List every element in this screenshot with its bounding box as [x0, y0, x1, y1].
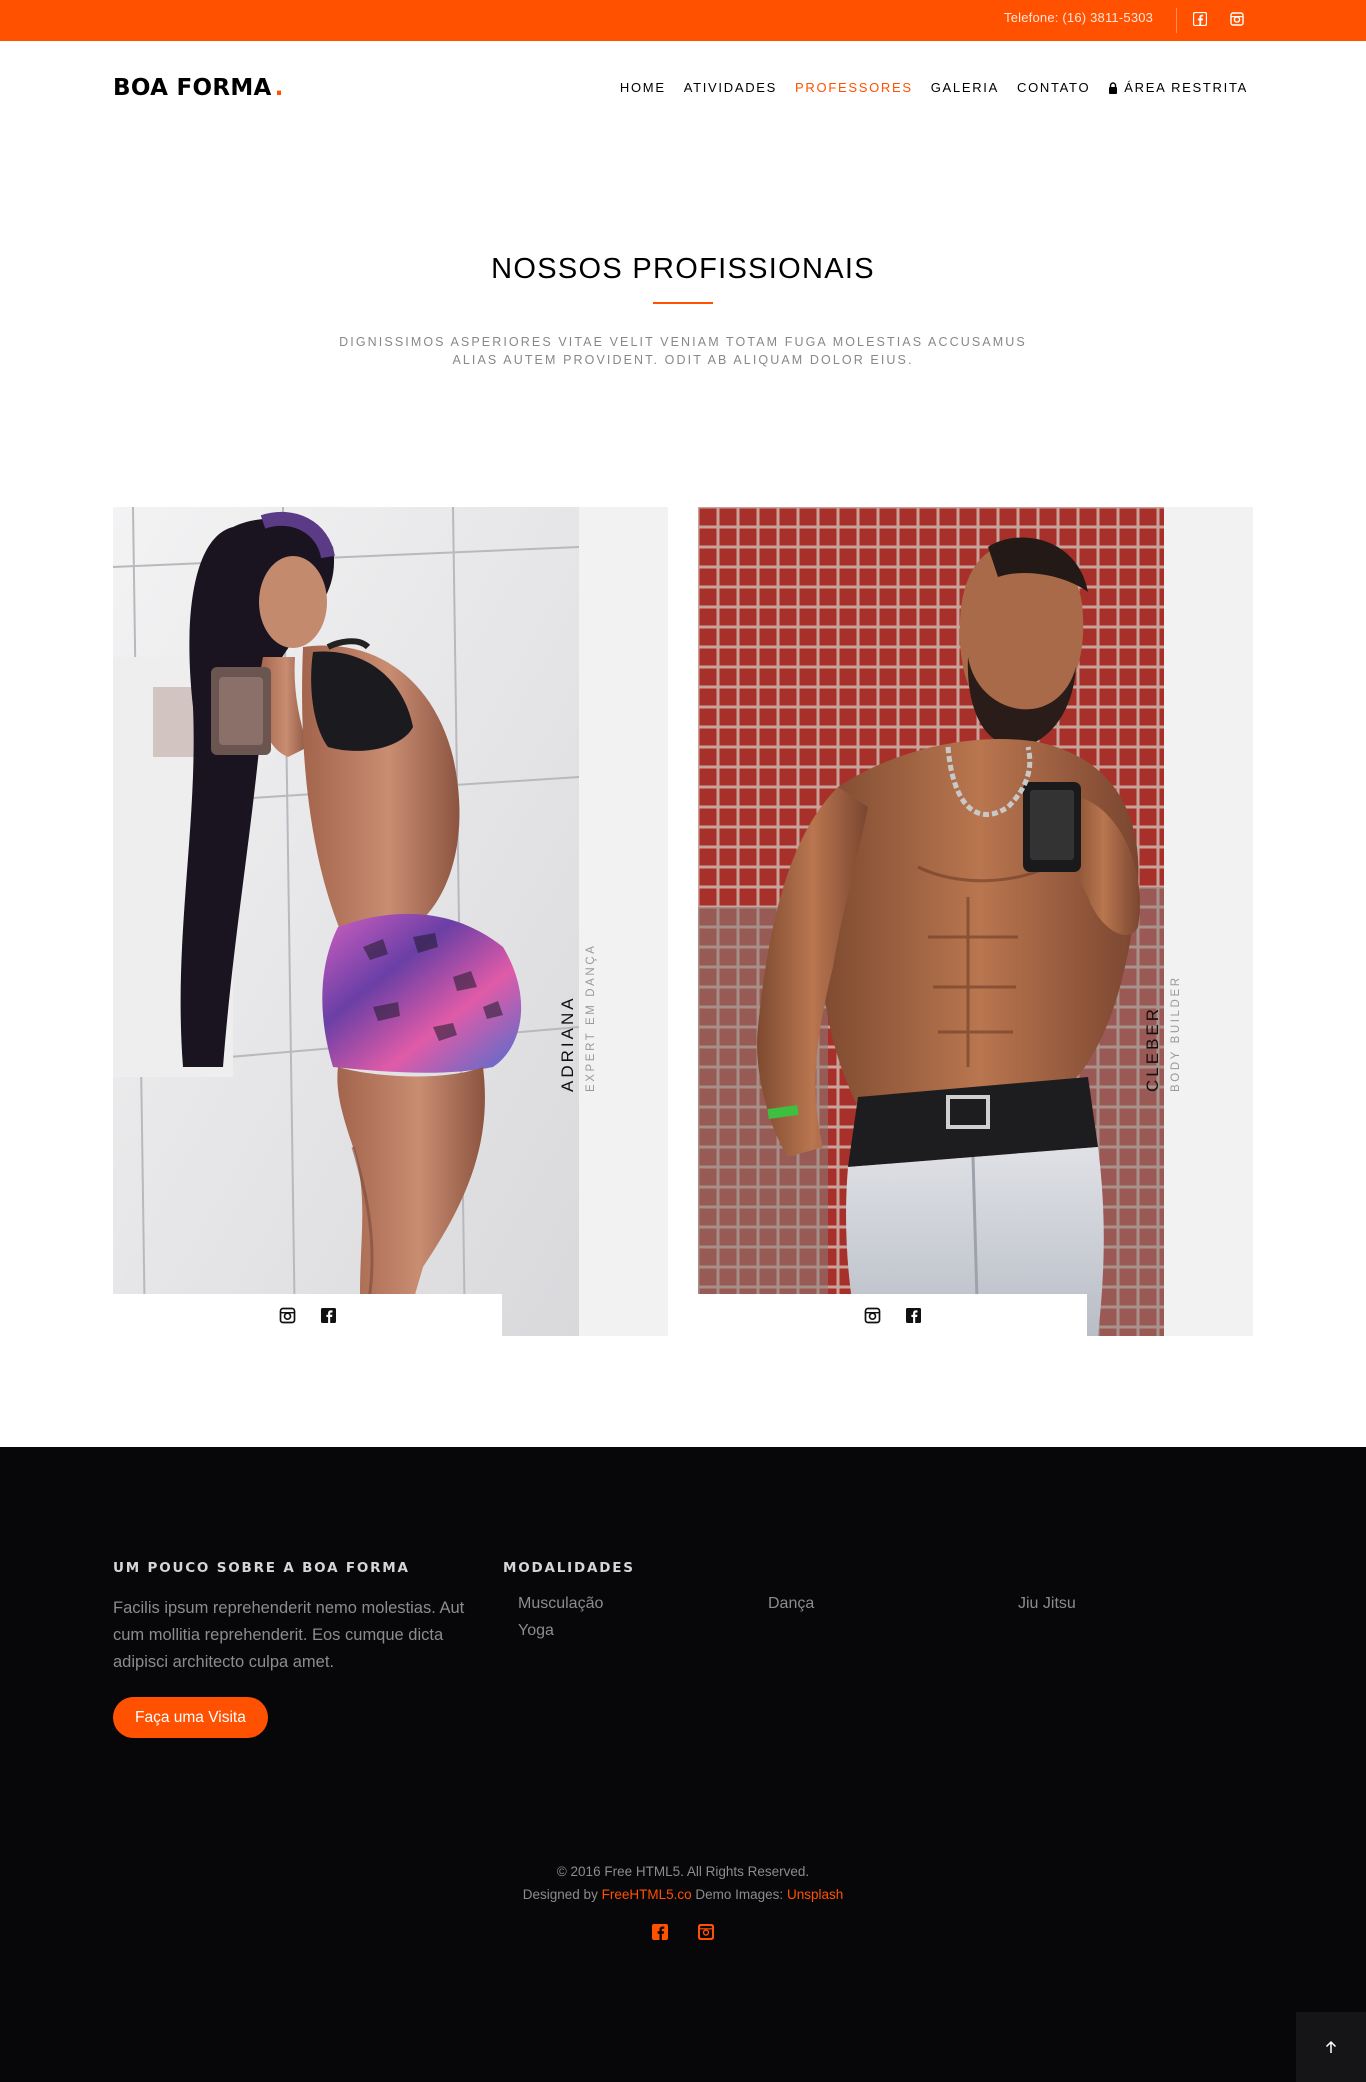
- title-underline: [653, 302, 713, 304]
- instagram-icon[interactable]: [864, 1307, 881, 1324]
- divider: [1176, 8, 1177, 33]
- footer-social: [0, 1923, 1366, 1941]
- footer-modalities-heading: MODALIDADES: [503, 1560, 635, 1576]
- demo-images-label: Demo Images:: [695, 1887, 784, 1902]
- section-subtitle: DIGNISSIMOS ASPERIORES VITAE VELIT VENIA…: [339, 335, 1027, 367]
- designed-by-label: Designed by: [522, 1887, 598, 1902]
- logo-dot: .: [274, 75, 284, 101]
- site-logo[interactable]: BOA FORMA.: [113, 75, 284, 101]
- modality-link-danca[interactable]: Dança: [768, 1595, 814, 1613]
- unsplash-link[interactable]: Unsplash: [787, 1887, 843, 1902]
- trainer-name: CLEBER: [1143, 1005, 1162, 1092]
- trainer-caption-cleber: CLEBER BODY BUILDER: [1141, 975, 1187, 1092]
- nav-area-restrita[interactable]: ÁREA RESTRITA: [1108, 80, 1248, 95]
- instagram-icon[interactable]: [1230, 12, 1244, 26]
- trainer-social-cleber: [698, 1294, 1087, 1336]
- visit-button[interactable]: Faça uma Visita: [113, 1697, 268, 1738]
- trainer-caption-adriana: ADRIANA EXPERT EM DANÇA: [556, 944, 602, 1093]
- nav-area-restrita-label: ÁREA RESTRITA: [1124, 80, 1248, 95]
- footer-about-text: Facilis ipsum reprehenderit nemo molesti…: [113, 1599, 465, 1671]
- footer-about-heading: UM POUCO SOBRE A BOA FORMA: [113, 1560, 410, 1576]
- nav-atividades[interactable]: ATIVIDADES: [684, 80, 777, 95]
- trainer-photo-adriana: [113, 507, 579, 1336]
- instagram-icon[interactable]: [697, 1923, 715, 1941]
- modality-link-jiu-jitsu[interactable]: Jiu Jitsu: [1018, 1595, 1076, 1613]
- section-title: NOSSOS PROFISSIONAIS: [491, 253, 875, 285]
- trainer-role: EXPERT EM DANÇA: [585, 943, 597, 1093]
- site-footer: UM POUCO SOBRE A BOA FORMA Facilis ipsum…: [0, 1447, 1366, 2082]
- copyright: © 2016 Free HTML5. All Rights Reserved. …: [0, 1860, 1366, 1906]
- nav-galeria[interactable]: GALERIA: [931, 80, 999, 95]
- copyright-line: © 2016 Free HTML5. All Rights Reserved.: [556, 1864, 810, 1879]
- facebook-icon[interactable]: [1192, 11, 1208, 27]
- lock-icon: [1109, 81, 1118, 94]
- facebook-icon[interactable]: [320, 1307, 337, 1324]
- trainer-photo-cleber: [698, 507, 1164, 1336]
- modality-link-musculacao[interactable]: Musculação: [518, 1595, 603, 1613]
- trainer-role: BODY BUILDER: [1170, 975, 1182, 1092]
- trainer-card-cleber: CLEBER BODY BUILDER: [698, 507, 1253, 1336]
- trainer-social-adriana: [113, 1294, 502, 1336]
- top-bar: Telefone: (16) 3811-5303: [0, 0, 1366, 41]
- facebook-icon[interactable]: [651, 1923, 669, 1941]
- logo-text: BOA FORMA: [113, 75, 272, 101]
- nav-professores[interactable]: PROFESSORES: [795, 80, 913, 95]
- trainer-name: ADRIANA: [558, 995, 577, 1092]
- nav-home[interactable]: HOME: [620, 80, 666, 95]
- main-nav: HOME ATIVIDADES PROFESSORES GALERIA CONT…: [620, 80, 1248, 95]
- nav-contato[interactable]: CONTATO: [1017, 80, 1090, 95]
- back-to-top-button[interactable]: [1296, 2012, 1366, 2082]
- credits-line: Designed by FreeHTML5.co Demo Images: Un…: [0, 1883, 1366, 1906]
- modality-link-yoga[interactable]: Yoga: [518, 1622, 554, 1640]
- phone-number: Telefone: (16) 3811-5303: [1004, 10, 1154, 25]
- facebook-icon[interactable]: [905, 1307, 922, 1324]
- instagram-icon[interactable]: [279, 1307, 296, 1324]
- designer-link[interactable]: FreeHTML5.co: [602, 1887, 692, 1902]
- arrow-up-icon: [1325, 2040, 1337, 2053]
- trainer-card-adriana: ADRIANA EXPERT EM DANÇA: [113, 507, 668, 1336]
